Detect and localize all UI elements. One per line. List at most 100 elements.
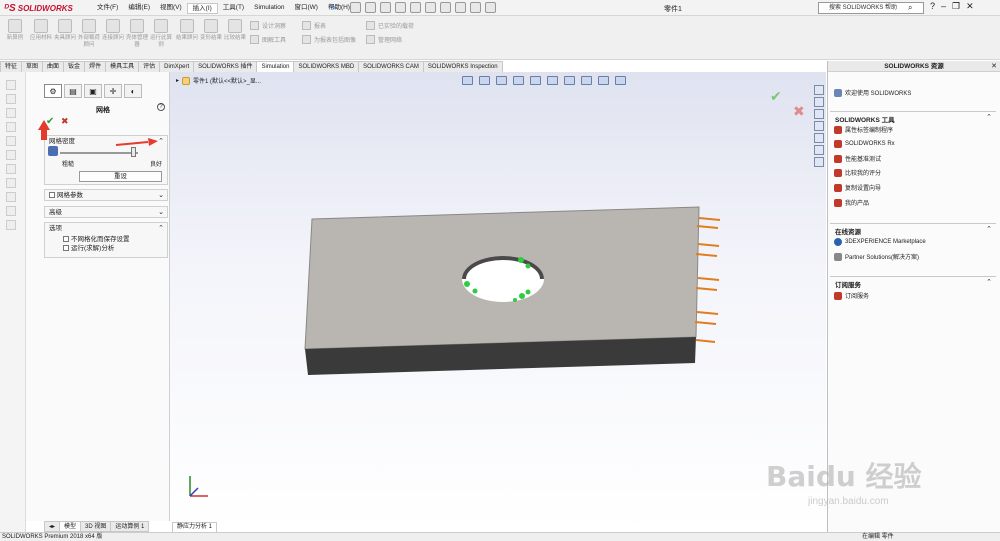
search-icon[interactable]: ⌕ bbox=[908, 3, 912, 13]
view-orientation-icon[interactable] bbox=[530, 76, 541, 85]
expand-arrow-icon[interactable]: ▸ bbox=[176, 77, 179, 84]
close-icon[interactable]: ✕ bbox=[991, 61, 997, 72]
property-manager-icon[interactable]: ▤ bbox=[64, 84, 82, 98]
forum-icon[interactable] bbox=[814, 157, 824, 167]
new-study-button[interactable]: 新算例 bbox=[2, 19, 28, 42]
menu-simulation[interactable]: Simulation bbox=[249, 3, 289, 14]
strip-tool-icon[interactable] bbox=[6, 206, 16, 216]
minimize-icon[interactable]: – bbox=[941, 1, 946, 12]
strip-tool-icon[interactable] bbox=[6, 136, 16, 146]
view-palette-icon[interactable] bbox=[814, 121, 824, 131]
tab-dimxpert[interactable]: DimXpert bbox=[159, 61, 195, 72]
compare-results-button[interactable]: 比较结果 bbox=[222, 19, 248, 42]
close-icon[interactable]: ✕ bbox=[966, 1, 974, 12]
chevron-up-icon[interactable]: ⌃ bbox=[986, 278, 992, 286]
tool-link[interactable]: 比较我的评分 bbox=[834, 168, 881, 177]
menu-edit[interactable]: 编辑(E) bbox=[123, 3, 155, 14]
fixtures-advisor-button[interactable]: 夹具顾问 bbox=[52, 19, 78, 42]
tab-addins[interactable]: SOLIDWORKS 插件 bbox=[193, 61, 258, 72]
tab-sheet-metal[interactable]: 钣金 bbox=[63, 61, 86, 72]
strip-tool-icon[interactable] bbox=[6, 192, 16, 202]
feature-tree-icon[interactable]: ⚙ bbox=[44, 84, 62, 98]
advanced-section[interactable]: 高级 ⌄ bbox=[44, 206, 168, 218]
tab-motion-study[interactable]: 运动算例 1 bbox=[110, 521, 150, 532]
feature-tree-flyout[interactable]: ▸ 零件1 (默认<<默认>_显... bbox=[176, 76, 261, 85]
display-manager-icon[interactable]: ◐ bbox=[124, 84, 142, 98]
tab-mbd[interactable]: SOLIDWORKS MBD bbox=[293, 61, 360, 72]
online-link[interactable]: 3DEXPERIENCE Marketplace bbox=[834, 238, 926, 246]
apply-material-button[interactable]: 应用材料 bbox=[28, 19, 54, 42]
chevron-up-icon[interactable]: ⌃ bbox=[986, 225, 992, 233]
external-loads-button[interactable]: 外部载荷顾问 bbox=[76, 19, 102, 48]
option-run-analysis[interactable]: 运行(求解)分析 bbox=[45, 244, 167, 254]
help-icon[interactable]: ? bbox=[157, 103, 165, 111]
scene-icon[interactable] bbox=[598, 76, 609, 85]
menu-file[interactable]: 文件(F) bbox=[92, 3, 123, 14]
menu-tools[interactable]: 工具(T) bbox=[218, 3, 249, 14]
design-insight-button[interactable]: 设计洞察 bbox=[250, 21, 286, 30]
resources-home-icon[interactable] bbox=[814, 85, 824, 95]
chevron-down-icon[interactable]: ⌄ bbox=[158, 207, 164, 218]
restore-icon[interactable]: ❐ bbox=[952, 1, 960, 12]
save-icon[interactable] bbox=[395, 2, 406, 13]
tab-simulation[interactable]: Simulation bbox=[256, 61, 295, 72]
tab-surfaces[interactable]: 曲面 bbox=[42, 61, 65, 72]
open-icon[interactable] bbox=[380, 2, 391, 13]
tab-3d-views[interactable]: 3D 视图 bbox=[80, 521, 112, 532]
menu-window[interactable]: 窗口(W) bbox=[289, 3, 322, 14]
tools-section-header[interactable]: SOLIDWORKS 工具 ⌃ bbox=[830, 111, 996, 124]
tab-evaluate[interactable]: 评估 bbox=[138, 61, 161, 72]
undo-icon[interactable] bbox=[425, 2, 436, 13]
chevron-up-icon[interactable]: ⌃ bbox=[158, 223, 164, 234]
connections-advisor-button[interactable]: 连接顾问 bbox=[100, 19, 126, 42]
menu-insert[interactable]: 插入(I) bbox=[186, 3, 218, 14]
file-properties-icon[interactable] bbox=[470, 2, 481, 13]
tab-features[interactable]: 特征 bbox=[0, 61, 23, 72]
strip-tool-icon[interactable] bbox=[6, 80, 16, 90]
subscription-section-header[interactable]: 订阅服务 ⌃ bbox=[830, 276, 996, 289]
print-icon[interactable] bbox=[410, 2, 421, 13]
strip-tool-icon[interactable] bbox=[6, 122, 16, 132]
tool-link[interactable]: 复制设置向导 bbox=[834, 183, 881, 192]
tab-sketch[interactable]: 草图 bbox=[21, 61, 44, 72]
confirm-corner-cancel-icon[interactable]: ✖ bbox=[793, 103, 805, 120]
edit-appearance-icon[interactable] bbox=[581, 76, 592, 85]
dimxpert-icon[interactable]: ✛ bbox=[104, 84, 122, 98]
section-view-icon[interactable] bbox=[513, 76, 524, 85]
strip-tool-icon[interactable] bbox=[6, 150, 16, 160]
configuration-manager-icon[interactable]: ▣ bbox=[84, 84, 102, 98]
shell-manager-button[interactable]: 壳体管理器 bbox=[124, 19, 150, 48]
welcome-link[interactable]: 欢迎使用 SOLIDWORKS bbox=[834, 88, 911, 97]
strip-tool-icon[interactable] bbox=[6, 108, 16, 118]
tab-mold-tools[interactable]: 模具工具 bbox=[105, 61, 140, 72]
chevron-up-icon[interactable]: ⌃ bbox=[986, 113, 992, 121]
manage-network-button[interactable]: 管理网络 bbox=[366, 35, 402, 44]
previous-view-icon[interactable] bbox=[496, 76, 507, 85]
tab-model[interactable]: 模型 bbox=[59, 521, 82, 532]
menu-view[interactable]: 视图(V) bbox=[155, 3, 187, 14]
checkbox[interactable] bbox=[63, 236, 69, 243]
tool-link[interactable]: 我的产品 bbox=[834, 198, 869, 207]
tool-link[interactable]: 属性标签编制程序 bbox=[834, 125, 893, 134]
confirm-corner-ok-icon[interactable]: ✔ bbox=[770, 88, 782, 105]
results-advisor-button[interactable]: 结果顾问 bbox=[174, 19, 200, 42]
mesh-params-checkbox[interactable] bbox=[49, 192, 55, 199]
hide-show-icon[interactable] bbox=[564, 76, 575, 85]
tested-loads-button[interactable]: 已实验的载荷 bbox=[366, 21, 414, 30]
tab-inspection[interactable]: SOLIDWORKS Inspection bbox=[422, 61, 503, 72]
chevron-down-icon[interactable]: ⌄ bbox=[158, 190, 164, 201]
strip-tool-icon[interactable] bbox=[6, 178, 16, 188]
solidworks-logo[interactable]: ᴰS SOLIDWORKS bbox=[4, 2, 73, 14]
display-settings-icon[interactable] bbox=[615, 76, 626, 85]
rebuild-icon[interactable] bbox=[455, 2, 466, 13]
tab-weldments[interactable]: 焊件 bbox=[84, 61, 107, 72]
reset-button[interactable]: 重设 bbox=[79, 171, 162, 182]
options-gear-icon[interactable] bbox=[485, 2, 496, 13]
part-model[interactable] bbox=[290, 192, 750, 382]
tool-link[interactable]: SOLIDWORKS Rx bbox=[834, 140, 895, 148]
zoom-fit-icon[interactable] bbox=[462, 76, 473, 85]
file-explorer-icon[interactable] bbox=[814, 109, 824, 119]
report-button[interactable]: 报表 bbox=[302, 21, 326, 30]
strip-tool-icon[interactable] bbox=[6, 220, 16, 230]
deformed-result-button[interactable]: 变形结果 bbox=[198, 19, 224, 42]
